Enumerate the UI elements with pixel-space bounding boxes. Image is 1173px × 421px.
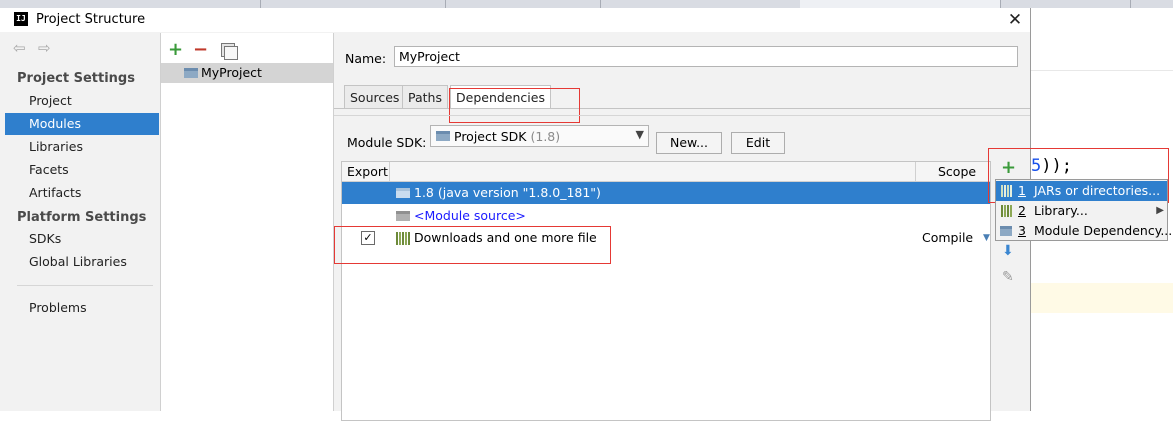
menu-item-number: 3 xyxy=(1018,223,1026,238)
jdk-folder-icon xyxy=(396,188,410,198)
module-source-folder-icon xyxy=(396,211,410,221)
close-icon[interactable]: ✕ xyxy=(1004,8,1026,32)
scope-dropdown-icon[interactable]: ▼ xyxy=(983,227,990,249)
module-folder-icon xyxy=(1000,226,1012,236)
menu-item-label: Module Dependency... xyxy=(1034,223,1173,238)
highlight-box-dependencies-tab xyxy=(449,88,580,123)
dependency-label: <Module source> xyxy=(414,208,526,223)
column-header-spacer xyxy=(390,162,916,182)
module-label: MyProject xyxy=(201,65,262,80)
tabs-underline xyxy=(334,108,1030,109)
project-structure-dialog: IJ Project Structure ✕ ⇦ ⇨ Project Setti… xyxy=(0,8,1031,421)
nav-item-global-libraries[interactable]: Global Libraries xyxy=(5,251,159,273)
dependency-row-module-source[interactable]: <Module source> xyxy=(342,205,990,227)
remove-module-icon[interactable]: − xyxy=(193,39,208,60)
forward-arrow-icon[interactable]: ⇨ xyxy=(38,39,51,57)
background-tab[interactable] xyxy=(800,0,1001,8)
settings-nav: ⇦ ⇨ Project Settings Project Modules Lib… xyxy=(0,33,161,411)
column-header-scope[interactable]: Scope xyxy=(916,162,990,182)
menu-item-number: 2 xyxy=(1018,203,1026,218)
menu-item-module-dependency[interactable]: 3 Module Dependency... xyxy=(996,221,1172,241)
tab-sources[interactable]: Sources xyxy=(344,85,406,109)
editor-highlighted-line xyxy=(1030,283,1173,313)
menu-item-number: 1 xyxy=(1018,183,1026,198)
menu-item-jars-or-directories[interactable]: 1 JARs or directories... xyxy=(996,181,1167,201)
menu-item-label: Library... xyxy=(1034,203,1088,218)
new-sdk-button[interactable]: New... xyxy=(656,132,722,154)
edit-sdk-button[interactable]: Edit xyxy=(731,132,785,154)
copy-module-icon-front xyxy=(224,46,238,60)
tab-paths[interactable]: Paths xyxy=(402,85,448,109)
chevron-down-icon: ▼ xyxy=(635,128,644,141)
module-name-input[interactable]: MyProject xyxy=(394,46,1018,67)
sdk-value: Project SDK (1.8) xyxy=(454,129,560,144)
module-folder-icon xyxy=(184,68,198,78)
project-settings-header: Project Settings xyxy=(17,71,135,86)
back-arrow-icon[interactable]: ⇦ xyxy=(13,39,26,57)
window-title: Project Structure xyxy=(36,12,146,27)
nav-item-libraries[interactable]: Libraries xyxy=(5,136,159,158)
nav-item-problems[interactable]: Problems xyxy=(5,297,159,319)
add-module-icon[interactable]: + xyxy=(168,39,183,60)
menu-item-library[interactable]: 2 Library... ▶ xyxy=(996,201,1167,221)
nav-item-project[interactable]: Project xyxy=(5,90,159,112)
nav-item-sdks[interactable]: SDKs xyxy=(5,228,159,250)
module-list-pane: + − MyProject xyxy=(161,33,334,411)
content-divider xyxy=(334,115,1030,116)
sdk-folder-icon xyxy=(436,131,450,141)
background-tab[interactable] xyxy=(260,0,446,8)
module-sdk-label: Module SDK: xyxy=(347,135,427,150)
submenu-arrow-icon: ▶ xyxy=(1156,205,1164,216)
column-header-export[interactable]: Export xyxy=(342,162,390,182)
move-down-icon[interactable]: ⬇ xyxy=(1002,243,1014,259)
module-settings: Name: MyProject Sources Paths Dependenci… xyxy=(334,33,1030,421)
jar-icon xyxy=(1001,185,1012,197)
title-bar: IJ Project Structure ✕ xyxy=(0,8,1030,32)
name-label: Name: xyxy=(345,51,387,66)
module-sdk-combo[interactable]: Project SDK (1.8) ▼ xyxy=(430,125,649,147)
nav-divider xyxy=(17,285,153,286)
library-icon xyxy=(1001,205,1012,217)
background-tab[interactable] xyxy=(445,0,601,8)
platform-settings-header: Platform Settings xyxy=(17,210,147,225)
sdk-name: Project SDK xyxy=(454,129,527,144)
scope-value[interactable]: Compile xyxy=(922,227,973,249)
background-tab[interactable] xyxy=(20,0,261,8)
dependency-row-jdk[interactable]: 1.8 (java version "1.8.0_181") xyxy=(342,182,990,204)
intellij-app-icon: IJ xyxy=(14,12,28,26)
edit-pencil-icon[interactable]: ✎ xyxy=(1002,269,1014,285)
sdk-version: (1.8) xyxy=(530,129,561,144)
highlight-box-library-row xyxy=(334,226,611,264)
nav-item-facets[interactable]: Facets xyxy=(5,159,159,181)
nav-item-artifacts[interactable]: Artifacts xyxy=(5,182,159,204)
dependencies-table: Export Scope 1.8 (java version "1.8.0_18… xyxy=(341,161,991,421)
menu-item-label: JARs or directories... xyxy=(1034,183,1161,198)
add-dependency-menu: 1 JARs or directories... 2 Library... ▶ … xyxy=(995,179,1172,241)
nav-item-modules[interactable]: Modules xyxy=(5,113,159,135)
background-tab[interactable] xyxy=(1000,0,1131,8)
editor-gutter-line xyxy=(1030,70,1173,71)
dependency-label: 1.8 (java version "1.8.0_181") xyxy=(414,185,601,200)
background-tab[interactable] xyxy=(600,0,801,8)
